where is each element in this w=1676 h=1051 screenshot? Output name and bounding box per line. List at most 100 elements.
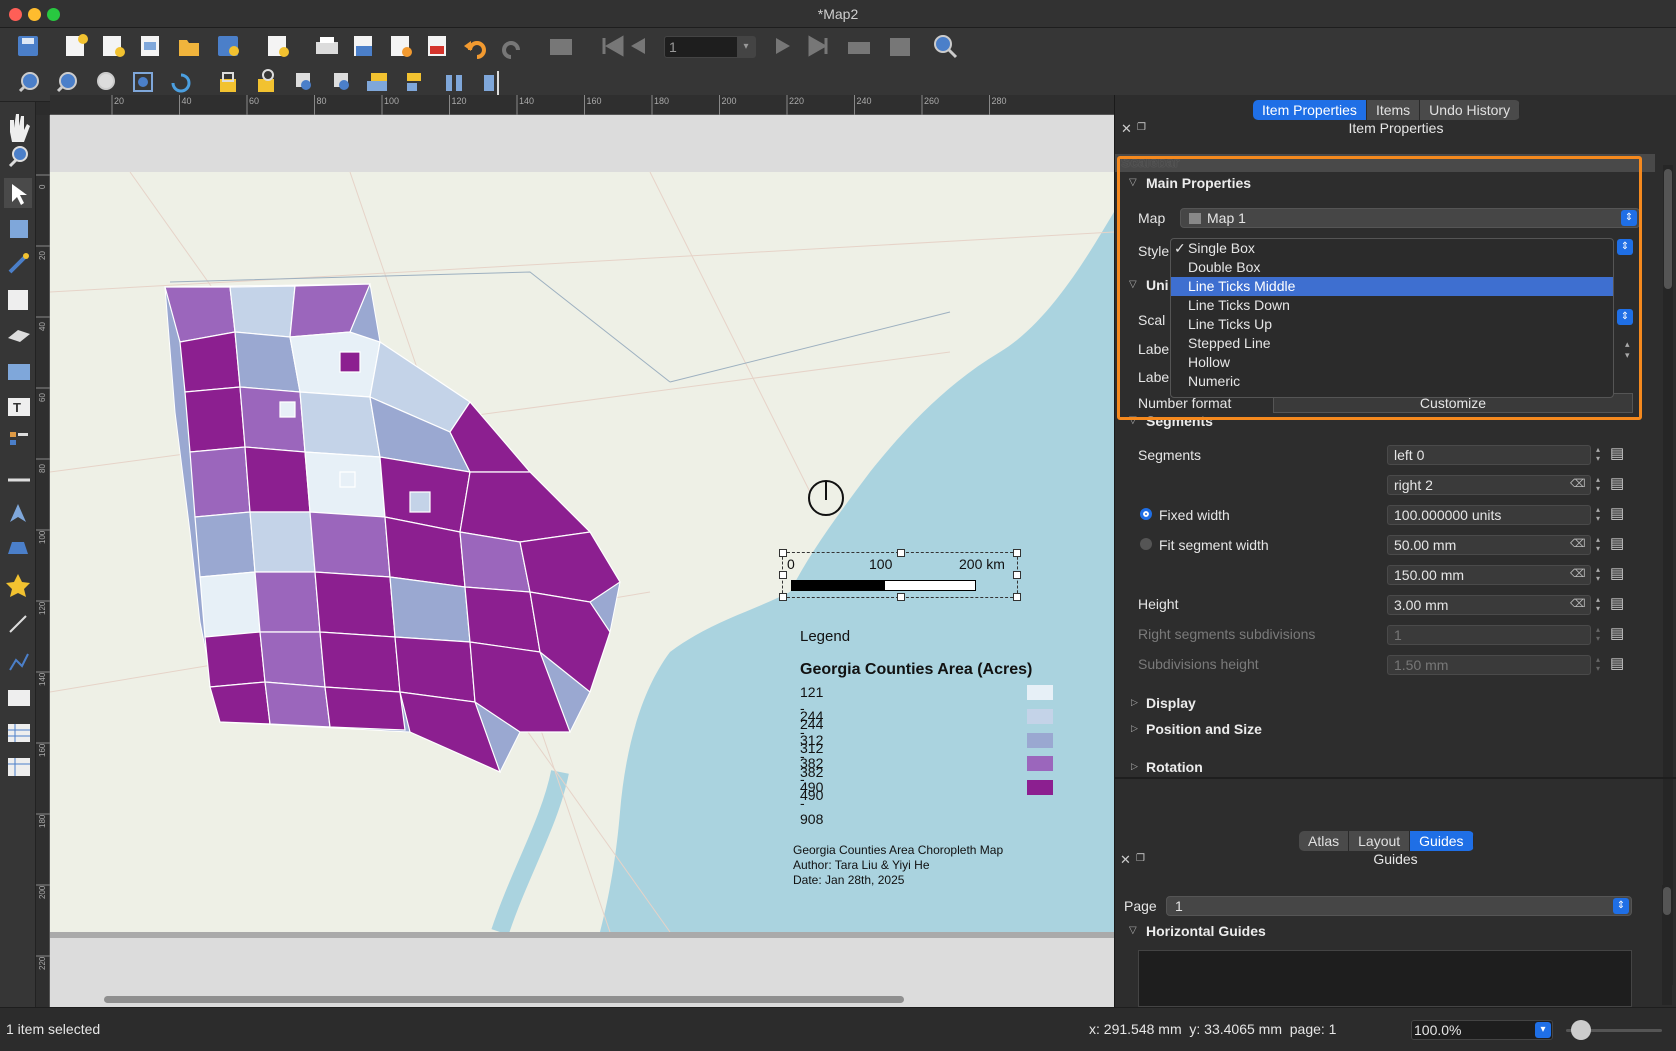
add-polyline-icon[interactable] [9,653,29,671]
close-icon[interactable]: ✕ [1120,852,1131,868]
north-arrow[interactable] [806,478,846,518]
atlas-export-icon[interactable] [890,38,910,56]
zoom-in-icon[interactable] [18,72,39,93]
style-option-line-ticks-middle[interactable]: Line Ticks Middle [1171,277,1613,296]
spinner-icon[interactable]: ▴ ▾ [1592,595,1604,615]
tab-items[interactable]: Items [1366,100,1421,120]
pan-icon[interactable] [10,114,30,142]
zoom-slider-handle[interactable] [1571,1020,1591,1040]
style-option-double-box[interactable]: Double Box [1171,258,1613,277]
align-icon[interactable] [407,73,421,91]
first-feature-icon[interactable] [602,35,624,57]
export-svg-icon[interactable] [391,36,412,57]
scalebar-item[interactable]: 0 100 200 km [779,549,1021,601]
group-icon[interactable] [296,73,311,90]
resize-icon[interactable] [484,71,499,95]
duplicate-layout-icon[interactable] [103,36,125,57]
last-feature-icon[interactable] [808,35,828,57]
resize-handle[interactable] [779,549,787,557]
atlas-print-icon[interactable] [848,42,870,54]
fixed-width-radio[interactable] [1140,508,1152,520]
add-html-icon[interactable] [8,690,30,706]
subdivisions-height-field[interactable]: 1.50 mm [1387,655,1591,675]
spinner-icon[interactable]: ▴ ▾ [1592,505,1604,525]
display-header[interactable]: Display [1146,695,1196,711]
collapsed-triangle-icon[interactable]: ▷ [1131,761,1138,772]
guides-scrollbar[interactable] [1662,885,1672,1005]
select-icon[interactable] [4,178,32,208]
zoom-field[interactable]: 100.0% ▾ [1411,1020,1553,1040]
style-option-stepped-line[interactable]: Stepped Line [1171,334,1613,353]
page-number-field[interactable]: 1 ▾ [664,36,756,58]
add-picture-icon[interactable] [8,364,30,380]
add-shape-icon[interactable] [8,542,28,554]
collapsed-triangle-icon[interactable]: ▷ [1131,723,1138,734]
tab-atlas[interactable]: Atlas [1299,831,1350,851]
distribute-icon[interactable] [446,75,462,91]
collapsed-triangle-icon[interactable]: ▷ [1131,697,1138,708]
unlock-items-icon[interactable] [258,69,274,92]
new-layout-icon[interactable] [66,34,88,56]
horizontal-scrollbar[interactable] [104,996,904,1003]
tab-layout[interactable]: Layout [1349,831,1411,851]
raise-icon[interactable] [367,73,387,91]
horizontal-guides-header[interactable]: Horizontal Guides [1146,923,1266,939]
zoom-out-icon[interactable] [56,72,77,93]
resize-handle[interactable] [1013,571,1021,579]
guides-scrollbar-thumb[interactable] [1663,887,1671,915]
refresh-icon[interactable] [171,73,191,93]
clear-icon[interactable]: ⌫ [1570,567,1586,580]
chevron-down-icon[interactable]: ▾ [1535,1022,1551,1038]
data-defined-icon[interactable]: ▤ [1610,504,1624,522]
add-map-icon[interactable] [8,290,28,310]
clear-icon[interactable]: ⌫ [1570,597,1586,610]
style-option-line-ticks-up[interactable]: Line Ticks Up [1171,315,1613,334]
zoom-tool-icon[interactable] [8,146,28,168]
open-template-icon[interactable] [179,40,199,56]
spinner-icon[interactable]: ▴ ▾ [1592,535,1604,555]
data-defined-icon[interactable]: ▤ [1610,534,1624,552]
resize-handle[interactable] [1013,549,1021,557]
panel-scrollbar-thumb[interactable] [1664,169,1672,289]
save-icon[interactable] [18,36,38,56]
tab-item-properties[interactable]: Item Properties [1253,100,1367,120]
add-label-icon[interactable]: T [8,398,30,416]
float-icon[interactable]: ❐ [1137,122,1146,133]
segments-left-field[interactable]: left 0 [1387,445,1591,465]
segments-right-field[interactable]: right 2 [1387,475,1591,495]
fit-min-field[interactable]: 50.00 mm [1387,535,1591,555]
rotation-header[interactable]: Rotation [1146,759,1203,775]
move-content-icon[interactable] [10,220,28,238]
add-table-icon[interactable] [8,724,30,742]
ungroup-icon[interactable] [334,73,349,90]
clear-icon[interactable]: ⌫ [1570,477,1586,490]
spinner-icon[interactable]: ▴ ▾ [1592,655,1604,675]
lock-items-icon[interactable] [220,72,236,92]
height-field[interactable]: 3.00 mm [1387,595,1591,615]
horizontal-guides-list[interactable] [1138,950,1632,1007]
spinner-icon[interactable]: ▴ ▾ [1592,475,1604,495]
right-subdivisions-field[interactable]: 1 [1387,625,1591,645]
data-defined-icon[interactable]: ▤ [1610,474,1624,492]
chevron-down-icon[interactable]: ▾ [737,37,755,57]
data-defined-icon[interactable]: ▤ [1610,444,1624,462]
spinner-icon[interactable]: ▴ ▾ [1592,565,1604,585]
add-3d-map-icon[interactable] [8,330,30,342]
undo-icon[interactable] [464,41,486,59]
guides-page-select[interactable]: 1 ⇕ [1166,896,1632,916]
style-option-numeric[interactable]: Numeric [1171,372,1613,391]
style-option-line-ticks-down[interactable]: Line Ticks Down [1171,296,1613,315]
atlas-settings-icon[interactable] [934,35,958,59]
redo-icon[interactable] [502,41,520,59]
fixed-width-field[interactable]: 100.000000 units [1387,505,1591,525]
spinner-icon[interactable]: ▴ ▾ [1592,445,1604,465]
save-template-icon[interactable] [218,36,239,56]
dock-divider[interactable] [1115,777,1676,779]
export-image-icon[interactable] [354,36,372,56]
edit-nodes-icon[interactable] [8,253,29,274]
resize-handle[interactable] [779,593,787,601]
layout-manager-icon[interactable] [141,36,159,56]
resize-handle[interactable] [1013,593,1021,601]
position-size-header[interactable]: Position and Size [1146,721,1262,737]
print-icon[interactable] [316,37,338,54]
